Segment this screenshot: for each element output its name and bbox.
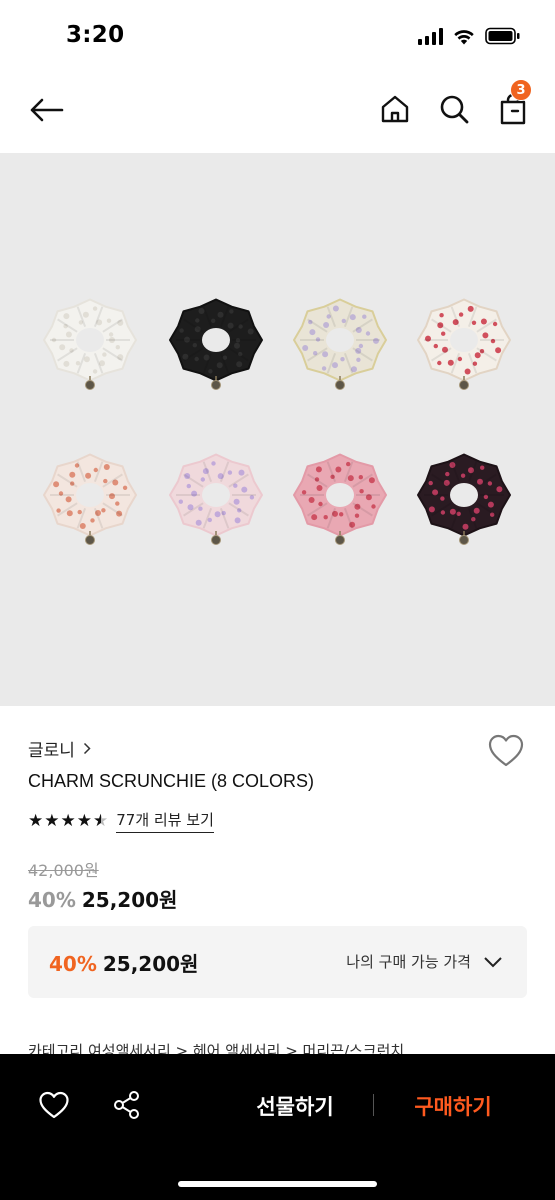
product-image[interactable] [0, 153, 555, 706]
sale-price: 25,200원 [81, 888, 178, 912]
home-icon [381, 95, 409, 123]
scrunchie-dark-floral [417, 453, 511, 545]
scrunchie-rose [293, 453, 387, 545]
scrunchie-peach-floral [43, 453, 137, 545]
scrunchie-yellow-floral [293, 298, 387, 390]
product-title: CHARM SCRUNCHIE (8 COLORS) [28, 771, 315, 791]
wishlist-button[interactable] [487, 734, 525, 770]
home-button[interactable] [378, 91, 412, 127]
brand-link[interactable]: 글로니 [28, 736, 91, 761]
half-star-icon: ★ [93, 810, 109, 831]
battery-icon [485, 27, 520, 45]
star-icon: ★ [60, 810, 76, 831]
cellular-signal-icon [418, 27, 443, 45]
rating-stars: ★ ★ ★ ★ ★ [28, 810, 109, 831]
star-icon: ★ [28, 810, 44, 831]
review-link[interactable]: 77개 리뷰 보기 [116, 809, 214, 833]
my-price-label: 나의 구매 가능 가격 [346, 953, 471, 971]
home-indicator [178, 1181, 377, 1187]
status-bar: 3:20 [0, 0, 555, 72]
rating-row: ★ ★ ★ ★ ★ 77개 리뷰 보기 [28, 809, 214, 833]
sale-price-row: 40% 25,200원 [28, 884, 177, 913]
my-price: 25,200원 [102, 952, 199, 976]
back-button[interactable] [24, 92, 68, 128]
chevron-down-icon [484, 956, 502, 967]
my-discount-rate: 40% [49, 952, 97, 976]
star-icon: ★ [44, 810, 60, 831]
original-price: 42,000원 [28, 861, 99, 880]
status-icons [418, 27, 521, 45]
status-time: 3:20 [66, 22, 125, 48]
my-price-dropdown[interactable]: 40% 25,200원 나의 구매 가능 가격 [28, 926, 527, 998]
scrunchie-white [43, 298, 137, 390]
top-nav [0, 72, 555, 152]
heart-icon [488, 734, 524, 767]
chevron-right-icon [83, 742, 91, 755]
bottom-action-bar: 선물하기 구매하기 [0, 1054, 555, 1200]
brand-name: 글로니 [28, 741, 75, 761]
wifi-icon [454, 29, 474, 44]
gift-button[interactable]: 선물하기 [240, 1088, 350, 1124]
my-price-toggle[interactable]: 나의 구매 가능 가격 [346, 951, 503, 972]
cart-count-badge: 3 [510, 79, 532, 101]
discount-rate: 40% [28, 888, 76, 912]
share-icon [114, 1091, 139, 1119]
scrunchie-black [169, 298, 263, 390]
divider [373, 1094, 374, 1116]
back-arrow-icon [30, 98, 64, 122]
search-icon [440, 95, 469, 124]
search-button[interactable] [436, 91, 472, 127]
buy-button[interactable]: 구매하기 [398, 1088, 508, 1124]
star-icon: ★ [76, 810, 92, 831]
scrunchie-cherry [417, 298, 511, 390]
bottom-wishlist-button[interactable] [36, 1088, 72, 1122]
heart-icon [39, 1091, 69, 1119]
scrunchie-pink-lilac [169, 453, 263, 545]
share-button[interactable] [110, 1088, 144, 1122]
my-price-value: 40% 25,200원 [49, 948, 198, 977]
